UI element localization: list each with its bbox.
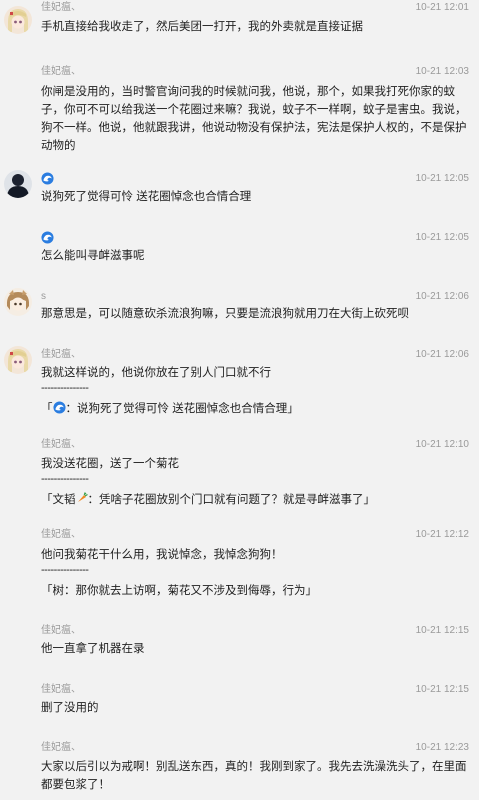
anime-blonde-avatar[interactable] bbox=[4, 6, 32, 34]
quote-separator: --------------- bbox=[41, 473, 89, 485]
timestamp: 10-21 12:05 bbox=[415, 173, 469, 184]
sender-name: 佳妃瘟、 bbox=[41, 529, 81, 540]
message-text: 那意思是，可以随意砍杀流浪狗嘛，只要是流浪狗就用刀在大街上砍死呗 bbox=[41, 308, 409, 320]
chat-message: 佳妃瘟、 10-21 12:06 我就这样说的，他说你放在了别人门口就不行 --… bbox=[0, 342, 479, 427]
timestamp: 10-21 12:23 bbox=[415, 742, 469, 753]
chat-feed: 佳妃瘟、 10-21 12:01 手机直接给我收走了，然后美团一打开，我的外卖就… bbox=[0, 0, 479, 800]
carrot-icon bbox=[76, 492, 88, 504]
chat-message: 佳妃瘟、 10-21 12:12 他问我菊花干什么用，我说悼念，我悼念狗狗！ -… bbox=[0, 522, 479, 607]
quote-separator: --------------- bbox=[41, 382, 89, 394]
message-text: 手机直接给我收走了，然后美团一打开，我的外卖就是直接证据 bbox=[41, 21, 363, 33]
timestamp: 10-21 12:06 bbox=[415, 291, 469, 302]
timestamp: 10-21 12:03 bbox=[415, 66, 469, 77]
anime-brown-hair-avatar[interactable] bbox=[4, 288, 32, 316]
timestamp: 10-21 12:01 bbox=[415, 2, 469, 13]
sender-name: 佳妃瘟、 bbox=[41, 742, 81, 753]
timestamp: 10-21 12:05 bbox=[415, 232, 469, 243]
chat-message: 佳妃瘟、 10-21 12:15 他一直拿了机器在录 bbox=[0, 618, 479, 664]
sender-name: s bbox=[41, 291, 46, 302]
message-text: 他一直拿了机器在录 bbox=[41, 643, 145, 655]
sender-name: 佳妃瘟、 bbox=[41, 66, 81, 77]
chat-message: 10-21 12:05 怎么能叫寻衅滋事呢 bbox=[0, 225, 479, 271]
quote-separator: --------------- bbox=[41, 564, 89, 576]
timestamp: 10-21 12:12 bbox=[415, 529, 469, 540]
message-text: 我没送花圈，送了一个菊花 --------------- 「文韬 ：凭啥子花圈放别… bbox=[41, 455, 467, 509]
dark-figure-avatar[interactable] bbox=[4, 170, 32, 198]
sender-badge bbox=[41, 231, 54, 245]
chat-message: 佳妃瘟、 10-21 12:23 大家以后引以为戒啊！别乱送东西，真的！我刚到家… bbox=[0, 735, 479, 800]
message-text: 大家以后引以为戒啊！别乱送东西，真的！我刚到家了。我先去洗澡洗头了，在里面都要包… bbox=[41, 761, 467, 791]
message-text: 怎么能叫寻衅滋事呢 bbox=[41, 250, 145, 262]
sender-name: 佳妃瘟、 bbox=[41, 439, 81, 450]
message-text: 删了没用的 bbox=[41, 702, 99, 714]
sender-name: 佳妃瘟、 bbox=[41, 349, 81, 360]
wave-icon bbox=[41, 172, 54, 185]
timestamp: 10-21 12:06 bbox=[415, 349, 469, 360]
sender-badge bbox=[41, 172, 54, 186]
message-text: 他问我菊花干什么用，我说悼念，我悼念狗狗！ --------------- 「树… bbox=[41, 546, 467, 600]
chat-message: 佳妃瘟、 10-21 12:15 删了没用的 bbox=[0, 677, 479, 723]
timestamp: 10-21 12:15 bbox=[415, 625, 469, 636]
quoted-message: 「树：那你就去上访啊，菊花又不涉及到侮辱，行为」 bbox=[41, 585, 317, 597]
chat-message: s 10-21 12:06 那意思是，可以随意砍杀流浪狗嘛，只要是流浪狗就用刀在… bbox=[0, 284, 479, 330]
message-text: 说狗死了觉得可怜 送花圈悼念也合情合理 bbox=[41, 191, 252, 203]
timestamp: 10-21 12:10 bbox=[415, 439, 469, 450]
sender-name: 佳妃瘟、 bbox=[41, 684, 81, 695]
chat-message: 佳妃瘟、 10-21 12:10 我没送花圈，送了一个菊花 ----------… bbox=[0, 432, 479, 517]
wave-icon bbox=[41, 231, 54, 244]
timestamp: 10-21 12:15 bbox=[415, 684, 469, 695]
sender-name: 佳妃瘟、 bbox=[41, 625, 81, 636]
chat-message: 佳妃瘟、 10-21 12:03 你闸是没用的，当时警官询问我的时候就问我，他说… bbox=[0, 60, 479, 155]
chat-message: 佳妃瘟、 10-21 12:01 手机直接给我收走了，然后美团一打开，我的外卖就… bbox=[0, 0, 479, 38]
quoted-message: 「文韬 ：凭啥子花圈放别个门口就有问题了？就是寻衅滋事了」 bbox=[41, 492, 375, 506]
sender-name: 佳妃瘟、 bbox=[41, 2, 81, 13]
chat-message: 10-21 12:05 说狗死了觉得可怜 送花圈悼念也合情合理 bbox=[0, 166, 479, 212]
quoted-message: 「：说狗死了觉得可怜 送花圈悼念也合情合理」 bbox=[41, 401, 299, 415]
message-text: 你闸是没用的，当时警官询问我的时候就问我，他说，那个，如果我打死你家的蚊子，你可… bbox=[41, 86, 467, 152]
wave-icon bbox=[52, 401, 66, 414]
anime-blonde-avatar[interactable] bbox=[4, 346, 32, 374]
message-text: 我就这样说的，他说你放在了别人门口就不行 --------------- 「：说… bbox=[41, 364, 467, 418]
